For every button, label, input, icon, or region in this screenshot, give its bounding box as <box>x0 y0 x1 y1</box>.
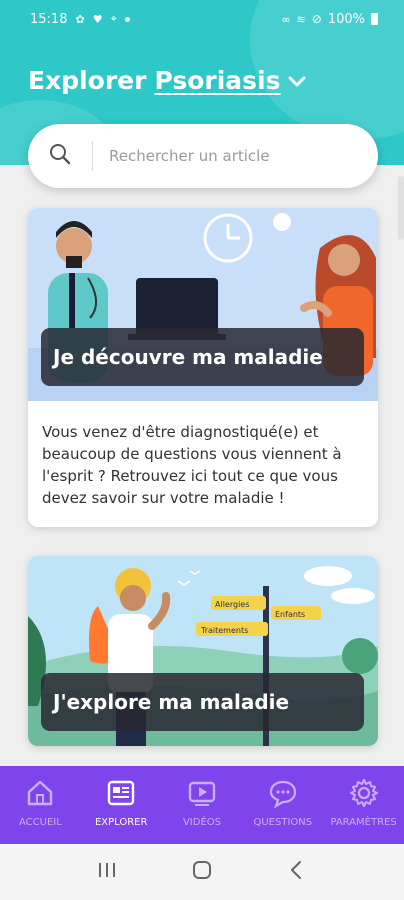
search-bar[interactable] <box>28 124 378 188</box>
article-list[interactable]: Je découvre ma maladie Vous venez d'être… <box>0 188 404 766</box>
notification-icon: ✿ <box>75 12 85 26</box>
card-description: Vous venez d'être diagnostiqué(e) et bea… <box>42 423 342 507</box>
nav-label: QUESTIONS <box>253 817 313 828</box>
search-input[interactable] <box>109 147 349 165</box>
notification-icon: ♥ <box>92 12 103 26</box>
status-time: 15:18 <box>30 11 68 27</box>
explore-icon <box>106 778 136 811</box>
nav-item-videos[interactable]: VIDÉOS <box>162 766 243 844</box>
recent-apps-icon[interactable] <box>96 860 118 884</box>
card-title: Je découvre ma maladie <box>41 328 364 386</box>
bottom-navigation: ACCUEIL EXPLORER VIDÉOS QUESTIONS PARAMÈ… <box>0 766 404 844</box>
title-text: Explorer <box>28 66 147 95</box>
nav-item-accueil[interactable]: ACCUEIL <box>0 766 81 844</box>
nav-label: VIDÉOS <box>182 817 221 828</box>
nav-item-explorer[interactable]: EXPLORER <box>81 766 162 844</box>
nav-label: PARAMÈTRES <box>330 817 397 828</box>
status-bar: 15:18 ✿ ♥ ⌖ ∞ ≋ ⊘ 100% <box>0 0 404 38</box>
sign-label: Enfants <box>275 610 305 619</box>
nav-item-parametres[interactable]: PARAMÈTRES <box>323 766 404 844</box>
back-icon[interactable] <box>286 859 308 885</box>
wifi-icon: ≋ <box>296 12 306 26</box>
card-illustration: Je découvre ma maladie <box>28 208 378 401</box>
nav-label: EXPLORER <box>94 817 148 828</box>
chevron-down-icon[interactable] <box>287 66 307 95</box>
search-divider <box>92 141 93 171</box>
card-illustration: Allergies Enfants Traitements J'explore … <box>28 556 378 746</box>
gear-icon <box>349 778 379 811</box>
card-title-text: J'explore ma maladie <box>53 690 290 714</box>
link-icon: ∞ <box>281 12 291 26</box>
dot-icon <box>124 16 130 22</box>
chat-icon <box>268 778 298 811</box>
nav-label: ACCUEIL <box>19 817 62 828</box>
home-button-icon[interactable] <box>191 859 213 885</box>
topic-selector[interactable]: Psoriasis <box>154 66 280 95</box>
sign-label: Traitements <box>200 626 248 635</box>
scrollbar[interactable] <box>398 176 404 240</box>
battery-text: 100% <box>327 11 365 27</box>
card-title-text: Je découvre ma maladie <box>53 345 323 369</box>
category-card[interactable]: Je découvre ma maladie Vous venez d'être… <box>28 208 378 527</box>
nav-item-questions[interactable]: QUESTIONS <box>242 766 323 844</box>
card-title: J'explore ma maladie <box>41 673 364 731</box>
page-title: Explorer Psoriasis <box>28 66 307 95</box>
category-card[interactable]: Allergies Enfants Traitements J'explore … <box>28 556 378 746</box>
dnd-icon: ⊘ <box>311 12 322 26</box>
sign-label: Allergies <box>215 600 249 609</box>
search-icon <box>48 142 72 170</box>
home-icon <box>25 778 55 811</box>
system-navigation-bar <box>0 844 404 900</box>
location-icon: ⌖ <box>110 12 117 25</box>
battery-icon <box>371 13 378 25</box>
video-icon <box>187 778 217 811</box>
